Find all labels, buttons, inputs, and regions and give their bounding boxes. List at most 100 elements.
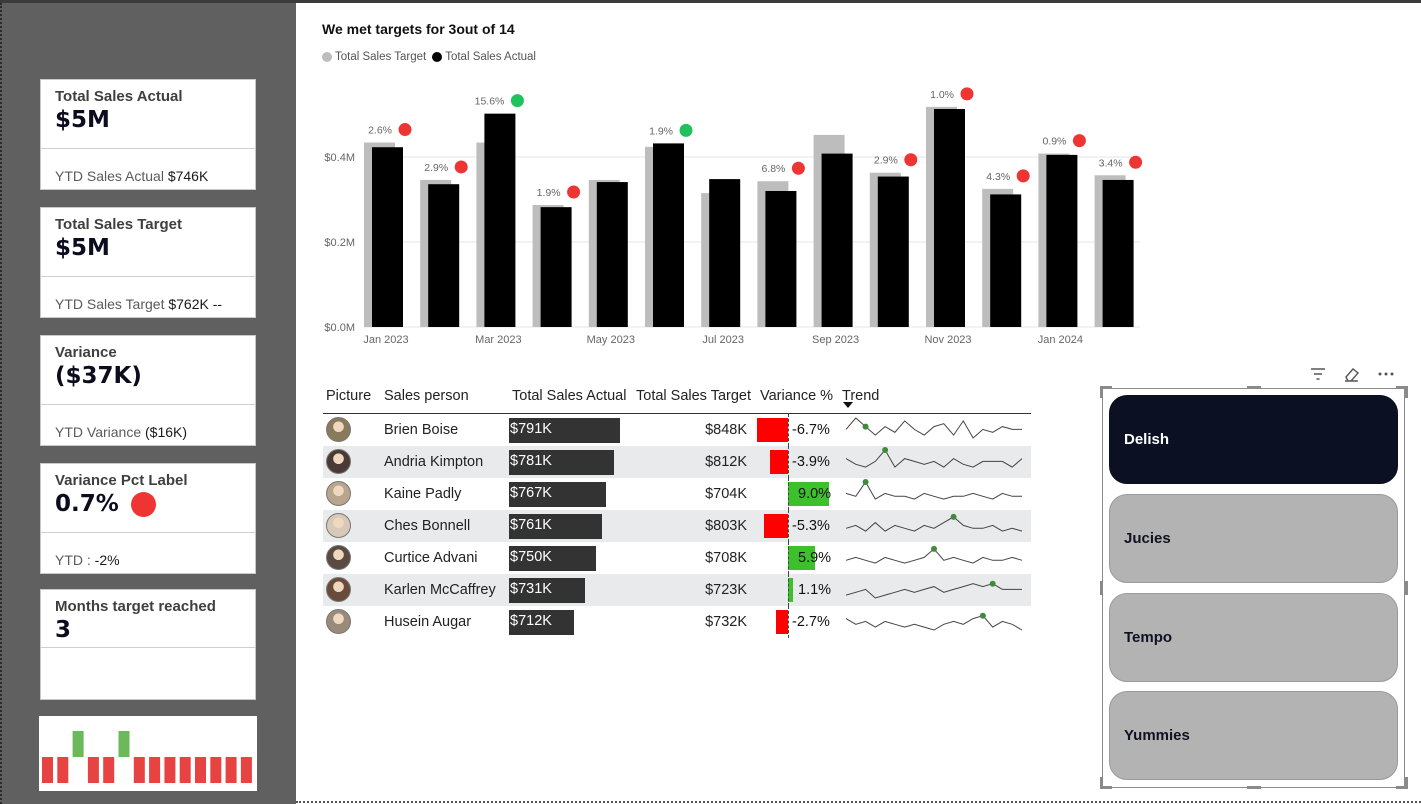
x-tick-label: Jan 2024: [1038, 334, 1083, 346]
col-header-total-sales-target[interactable]: Total Sales Target: [633, 380, 757, 414]
table-row[interactable]: Ches Bonnell $761K $803K -5.3%: [323, 509, 1031, 542]
sparkline-path: [845, 614, 1023, 631]
bar-actual[interactable]: [540, 207, 572, 327]
bar-actual[interactable]: [765, 191, 797, 327]
legend-item-actual[interactable]: Total Sales Actual: [432, 51, 536, 63]
resize-handle[interactable]: [1100, 777, 1103, 789]
chart-legend[interactable]: Total Sales Target Total Sales Actual: [322, 51, 542, 63]
col-header-total-sales-actual[interactable]: Total Sales Actual: [509, 380, 633, 414]
bar-actual[interactable]: [372, 147, 403, 327]
total-sales-target-cell: $812K: [633, 445, 757, 478]
sales-bar-chart[interactable]: $0.0M $0.2M $0.4M 2.6% 2.9% 15.6% 1.9% 1.9% 6.8%…: [300, 80, 1150, 355]
resize-handle[interactable]: [1247, 786, 1261, 789]
more-options-icon[interactable]: [1376, 364, 1396, 384]
month-miss-bar[interactable]: [179, 757, 191, 783]
total-sales-actual-cell: $712K: [509, 606, 633, 638]
status-dot-icon: [679, 123, 693, 137]
trend-sparkline: [845, 416, 1022, 439]
bar-data-label: 4.3%: [986, 171, 1010, 183]
table-row[interactable]: Brien Boise $791K $848K -6.7%: [323, 413, 1031, 446]
month-miss-bar[interactable]: [133, 757, 145, 783]
bar-data-label: 1.9%: [649, 125, 673, 137]
eraser-icon[interactable]: [1342, 364, 1362, 384]
month-miss-bar[interactable]: [103, 757, 115, 783]
month-miss-bar[interactable]: [210, 757, 222, 783]
sort-desc-icon[interactable]: [843, 402, 853, 408]
month-miss-bar[interactable]: [42, 757, 53, 783]
slicer-option-tempo[interactable]: Tempo: [1109, 593, 1398, 682]
month-miss-bar[interactable]: [225, 757, 237, 783]
bar-actual[interactable]: [821, 153, 853, 327]
kpi-label: Total Sales Target: [55, 216, 182, 233]
legend-label: Total Sales Target: [335, 51, 427, 63]
kpi-card-variance[interactable]: Variance ($37K) YTD Variance ($16K): [40, 335, 256, 446]
bar-data-label: 2.6%: [368, 125, 392, 137]
bar-actual[interactable]: [1102, 179, 1134, 327]
variance-axis: [788, 445, 789, 478]
bar-actual[interactable]: [990, 194, 1022, 327]
x-tick-label: Sep 2023: [812, 334, 859, 346]
kpi-card-months-target-reached[interactable]: Months target reached 3: [40, 589, 256, 700]
x-tick-label: Jan 2023: [363, 334, 408, 346]
kpi-sub-value: ($16K): [145, 424, 188, 440]
total-sales-target-cell: $708K: [705, 549, 747, 566]
bar-actual[interactable]: [709, 179, 741, 327]
kpi-card-total-sales-actual[interactable]: Total Sales Actual $5M YTD Sales Actual $…: [40, 79, 256, 190]
filter-icon[interactable]: [1308, 364, 1328, 384]
kpi-card-variance-pct[interactable]: Variance Pct Label 0.7% YTD : -2%: [40, 463, 256, 574]
x-tick-label: May 2023: [587, 334, 635, 346]
bar-actual[interactable]: [877, 176, 909, 327]
month-hit-bar[interactable]: [118, 731, 130, 757]
bar-actual[interactable]: [428, 184, 460, 327]
legend-swatch-icon: [322, 52, 332, 62]
resize-handle[interactable]: [1247, 386, 1261, 389]
month-miss-bar[interactable]: [87, 757, 99, 783]
month-miss-bar[interactable]: [57, 757, 69, 783]
kpi-card-total-sales-target[interactable]: Total Sales Target $5M YTD Sales Target $…: [40, 207, 256, 318]
bar-actual[interactable]: [596, 182, 628, 327]
total-sales-target-cell: $723K: [633, 573, 757, 606]
actual-value: $712K: [510, 612, 552, 629]
trend-sparkline: [845, 446, 1023, 468]
kpi-sub: YTD : -2%: [55, 552, 120, 568]
table-row[interactable]: Andria Kimpton $781K $812K -3.9%: [323, 445, 1031, 478]
bar-actual[interactable]: [484, 113, 516, 328]
bar-actual[interactable]: [934, 108, 965, 327]
resize-handle[interactable]: [1405, 386, 1408, 398]
resize-handle[interactable]: [1405, 777, 1408, 789]
month-miss-bar[interactable]: [240, 757, 252, 783]
variance-value: -6.7%: [792, 421, 830, 438]
months-status-mini-chart[interactable]: [39, 716, 257, 791]
col-header-variance-pct[interactable]: Variance %: [757, 380, 839, 414]
slicer-option-delish[interactable]: Delish: [1109, 395, 1398, 484]
table-row[interactable]: Curtice Advani $750K $708K 5.9%: [323, 541, 1031, 574]
resize-handle[interactable]: [1100, 386, 1103, 398]
col-header-trend[interactable]: Trend: [839, 380, 1031, 414]
sales-person-table[interactable]: Picture Sales person Total Sales Actual …: [323, 380, 1031, 638]
trend-cell: [839, 509, 1031, 542]
trend-sparkline: [845, 478, 1022, 500]
table-header-row: Picture Sales person Total Sales Actual …: [323, 380, 1031, 414]
month-hit-bar[interactable]: [72, 731, 84, 757]
kpi-sub: YTD Sales Target $762K --: [55, 296, 222, 312]
col-header-picture[interactable]: Picture: [323, 380, 381, 414]
status-dot-icon: [791, 161, 805, 175]
bar-actual[interactable]: [653, 143, 684, 327]
table-row[interactable]: Kaine Padly $767K $704K 9.0%: [323, 477, 1031, 510]
col-header-sales-person[interactable]: Sales person: [381, 380, 509, 414]
legend-item-target[interactable]: Total Sales Target: [322, 51, 426, 63]
month-miss-bar[interactable]: [195, 757, 206, 783]
table-row[interactable]: Husein Augar $712K $732K -2.7%: [323, 605, 1031, 638]
slicer-option-jucies[interactable]: Jucies: [1109, 494, 1398, 583]
month-miss-bar[interactable]: [164, 757, 176, 783]
trend-sparkline: [845, 545, 1023, 564]
resize-handle[interactable]: [1405, 581, 1408, 595]
slicer-option-yummies[interactable]: Yummies: [1109, 691, 1398, 780]
bar-actual[interactable]: [1046, 154, 1078, 327]
resize-handle[interactable]: [1100, 581, 1103, 595]
table-row[interactable]: Karlen McCaffrey $731K $723K 1.1%: [323, 573, 1031, 606]
trend-cell: [839, 445, 1031, 478]
avatar: [326, 481, 351, 506]
month-miss-bar[interactable]: [149, 757, 161, 783]
sparkline-peak-marker: [931, 545, 937, 552]
